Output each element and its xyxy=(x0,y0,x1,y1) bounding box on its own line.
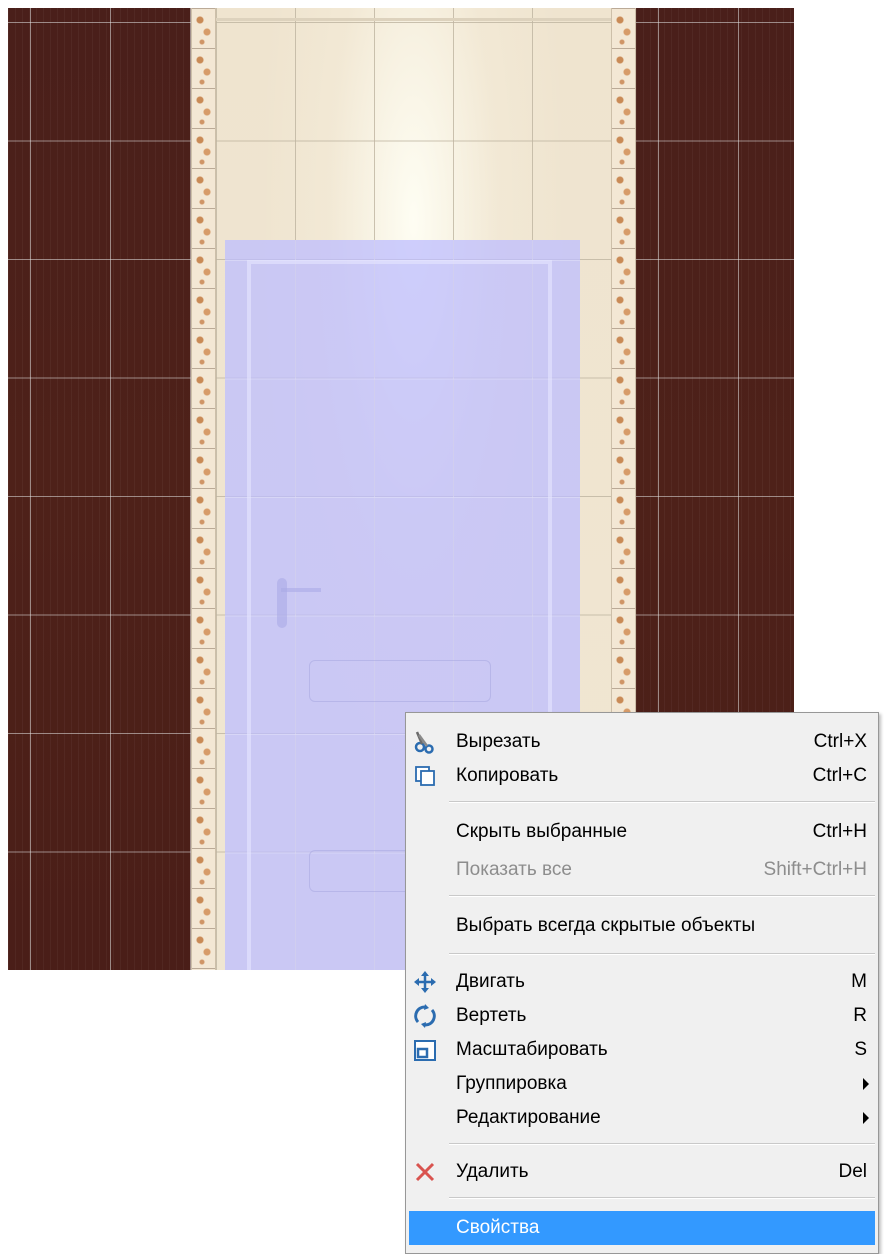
door-handle-lever xyxy=(281,588,321,592)
menu-item-editing[interactable]: Редактирование xyxy=(409,1101,875,1135)
menu-item-scale[interactable]: Масштабировать S xyxy=(409,1033,875,1067)
menu-separator xyxy=(449,801,875,803)
menu-item-select-always-hidden[interactable]: Выбрать всегда скрытые объекты xyxy=(409,909,875,943)
scissors-icon xyxy=(412,729,438,755)
menu-item-properties[interactable]: Свойства xyxy=(409,1211,875,1245)
move-arrows-icon xyxy=(412,969,438,995)
delete-x-icon xyxy=(412,1159,438,1185)
menu-separator xyxy=(449,1143,875,1145)
menu-item-delete[interactable]: Удалить Del xyxy=(409,1155,875,1189)
context-menu: Вырезать Ctrl+X Копировать Ctrl+C Скрыть… xyxy=(405,712,879,1254)
menu-separator xyxy=(449,953,875,955)
door-handle xyxy=(277,578,287,628)
left-floral-border-strip xyxy=(191,8,216,970)
left-dark-tile-wall xyxy=(8,8,191,970)
menu-item-copy[interactable]: Копировать Ctrl+C xyxy=(409,759,875,793)
menu-separator xyxy=(449,895,875,897)
scale-icon xyxy=(412,1037,438,1063)
menu-item-rotate[interactable]: Вертеть R xyxy=(409,999,875,1033)
menu-item-cut[interactable]: Вырезать Ctrl+X xyxy=(409,725,875,759)
menu-item-hide-selected[interactable]: Скрыть выбранные Ctrl+H xyxy=(409,815,875,849)
submenu-arrow-icon xyxy=(863,1112,869,1124)
door-panel xyxy=(309,660,491,702)
menu-item-move[interactable]: Двигать M xyxy=(409,965,875,999)
rotate-icon xyxy=(412,1003,438,1029)
submenu-arrow-icon xyxy=(863,1078,869,1090)
menu-item-grouping[interactable]: Группировка xyxy=(409,1067,875,1101)
menu-item-show-all: Показать все Shift+Ctrl+H xyxy=(456,859,867,880)
menu-separator xyxy=(449,1197,875,1199)
copy-icon xyxy=(412,763,438,789)
